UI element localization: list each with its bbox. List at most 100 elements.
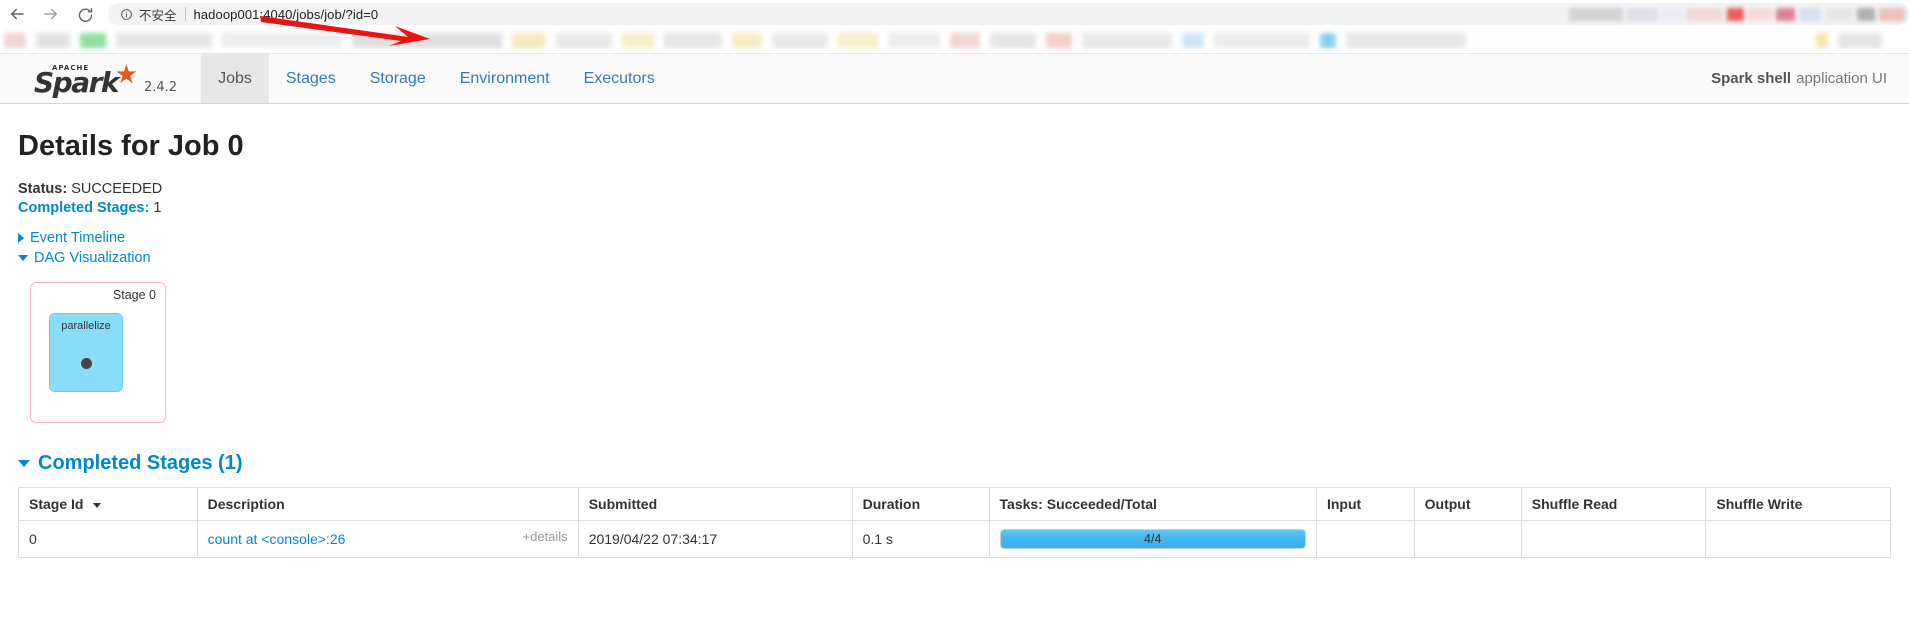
cell-output xyxy=(1413,520,1522,558)
tab-storage[interactable]: Storage xyxy=(353,54,443,103)
cell-shuffle-read xyxy=(1520,520,1707,558)
bookmark-item[interactable] xyxy=(80,33,106,48)
tab-stages[interactable]: Stages xyxy=(269,54,353,103)
column-header-tasks[interactable]: Tasks: Succeeded/Total xyxy=(988,487,1317,521)
details-toggle-link[interactable]: +details xyxy=(523,529,568,544)
bookmark-item[interactable] xyxy=(1838,33,1882,48)
bookmark-item[interactable] xyxy=(990,33,1036,48)
dag-rdd-dot-icon xyxy=(80,358,92,369)
reload-button[interactable] xyxy=(68,0,102,28)
star-icon: ★ xyxy=(114,59,138,89)
application-title-suffix: application UI xyxy=(1796,70,1887,87)
spark-wordmark: Spark xyxy=(34,66,120,99)
cell-tasks: 4/4 xyxy=(988,520,1317,558)
blurred-toolbar-chip xyxy=(1662,7,1683,21)
bookmark-item[interactable] xyxy=(1476,33,1806,48)
bookmarks-bar[interactable] xyxy=(0,28,1909,54)
status-value: SUCCEEDED xyxy=(71,181,163,197)
forward-button[interactable] xyxy=(34,0,68,28)
completed-stages-table: Stage Id Description Submitted Duration … xyxy=(18,487,1891,558)
dag-rdd-node[interactable]: parallelize xyxy=(49,313,123,392)
blurred-toolbar-chip xyxy=(1798,7,1821,21)
event-timeline-toggle[interactable]: Event Timeline xyxy=(18,228,125,248)
dag-visualization-row: DAG Visualization xyxy=(18,248,1891,268)
spark-navbar: APACHE Spark ★ 2.4.2 Jobs Stages Storage… xyxy=(0,54,1909,104)
bookmark-item[interactable] xyxy=(1346,33,1466,48)
page-content: Details for Job 0 Status: SUCCEEDED Comp… xyxy=(0,104,1909,634)
table-header: Stage Id Description Submitted Duration … xyxy=(18,487,1891,521)
column-header-shuffle-read[interactable]: Shuffle Read xyxy=(1520,487,1707,521)
column-header-submitted[interactable]: Submitted xyxy=(577,487,853,521)
bookmark-item[interactable] xyxy=(512,33,546,48)
reload-icon xyxy=(78,7,92,22)
completed-stages-label[interactable]: Completed Stages: xyxy=(18,200,149,216)
cell-stage-id: 0 xyxy=(18,520,198,558)
completed-stages-section-toggle[interactable]: Completed Stages (1) xyxy=(18,452,242,475)
application-title: Spark shell application UI xyxy=(1711,54,1909,103)
blurred-toolbar-chip xyxy=(1569,7,1623,21)
bookmark-item[interactable] xyxy=(556,33,612,48)
chevron-down-icon xyxy=(18,460,30,467)
blurred-toolbar-chip xyxy=(1727,7,1745,21)
cell-shuffle-write xyxy=(1705,520,1891,558)
bookmark-item[interactable] xyxy=(4,33,26,48)
completed-stages-heading-label: Completed Stages (1) xyxy=(38,452,243,474)
bookmark-item[interactable] xyxy=(36,33,70,48)
event-timeline-label: Event Timeline xyxy=(30,230,126,246)
bookmark-item[interactable] xyxy=(116,33,212,48)
bookmark-item[interactable] xyxy=(222,33,342,48)
info-circle-icon[interactable] xyxy=(120,8,133,21)
bookmark-item[interactable] xyxy=(352,33,502,48)
column-header-stage-id[interactable]: Stage Id xyxy=(18,487,198,521)
column-header-shuffle-write[interactable]: Shuffle Write xyxy=(1705,487,1891,521)
bookmark-item[interactable] xyxy=(622,33,654,48)
dag-visualization-label: DAG Visualization xyxy=(34,250,151,266)
column-header-output[interactable]: Output xyxy=(1413,487,1522,521)
security-status-label: 不安全 xyxy=(139,7,177,23)
dag-visualization-toggle[interactable]: DAG Visualization xyxy=(18,248,151,268)
chevron-right-icon xyxy=(18,233,24,243)
chevron-down-icon xyxy=(18,255,28,261)
tasks-progress-label: 4/4 xyxy=(1144,532,1162,546)
bookmark-item[interactable] xyxy=(888,33,940,48)
bookmark-item[interactable] xyxy=(1182,33,1204,48)
arrow-right-icon xyxy=(44,8,57,20)
stage-description-link[interactable]: count at <console>:26 xyxy=(208,531,346,547)
bookmark-item[interactable] xyxy=(950,33,980,48)
cell-input xyxy=(1315,520,1415,558)
bookmark-item[interactable] xyxy=(1816,33,1828,48)
sort-descending-icon xyxy=(93,502,102,508)
blurred-toolbar-chip xyxy=(1879,7,1906,21)
blurred-toolbar-chip xyxy=(1748,7,1773,21)
spark-logo-link[interactable]: APACHE Spark ★ 2.4.2 xyxy=(0,54,201,103)
bookmark-item[interactable] xyxy=(1082,33,1172,48)
column-header-duration[interactable]: Duration xyxy=(851,487,990,521)
table-row: 0 count at <console>:26 +details 2019/04… xyxy=(18,520,1891,558)
bookmark-item[interactable] xyxy=(1320,33,1336,48)
status-line: Status: SUCCEEDED xyxy=(18,181,1891,197)
bookmark-item[interactable] xyxy=(732,33,762,48)
bookmark-item[interactable] xyxy=(838,33,878,48)
page-title: Details for Job 0 xyxy=(18,130,244,162)
bookmark-item[interactable] xyxy=(664,33,722,48)
bookmark-item[interactable] xyxy=(1214,33,1310,48)
blurred-toolbar-chip xyxy=(1856,7,1876,21)
completed-stages-value: 1 xyxy=(153,200,162,216)
tab-jobs[interactable]: Jobs xyxy=(201,54,269,103)
back-button[interactable] xyxy=(0,0,34,28)
column-header-description[interactable]: Description xyxy=(196,487,579,521)
tab-executors[interactable]: Executors xyxy=(567,54,672,103)
dag-visualization-graph[interactable]: Stage 0 parallelize xyxy=(18,282,1891,430)
column-label: Stage Id xyxy=(29,496,84,512)
column-header-input[interactable]: Input xyxy=(1315,487,1415,521)
arrow-left-icon xyxy=(11,8,24,20)
bookmark-item[interactable] xyxy=(772,33,828,48)
url-text: hadoop001:4040/jobs/job/?id=0 xyxy=(193,6,379,22)
tab-environment[interactable]: Environment xyxy=(443,54,567,103)
bookmark-item[interactable] xyxy=(1046,33,1072,48)
blurred-toolbar-chip xyxy=(1626,7,1659,21)
completed-stages-line: Completed Stages: 1 xyxy=(18,200,1891,216)
dag-stage-container[interactable]: Stage 0 parallelize xyxy=(30,282,166,423)
tasks-progress-bar: 4/4 xyxy=(999,529,1306,549)
table-body: 0 count at <console>:26 +details 2019/04… xyxy=(18,520,1891,558)
